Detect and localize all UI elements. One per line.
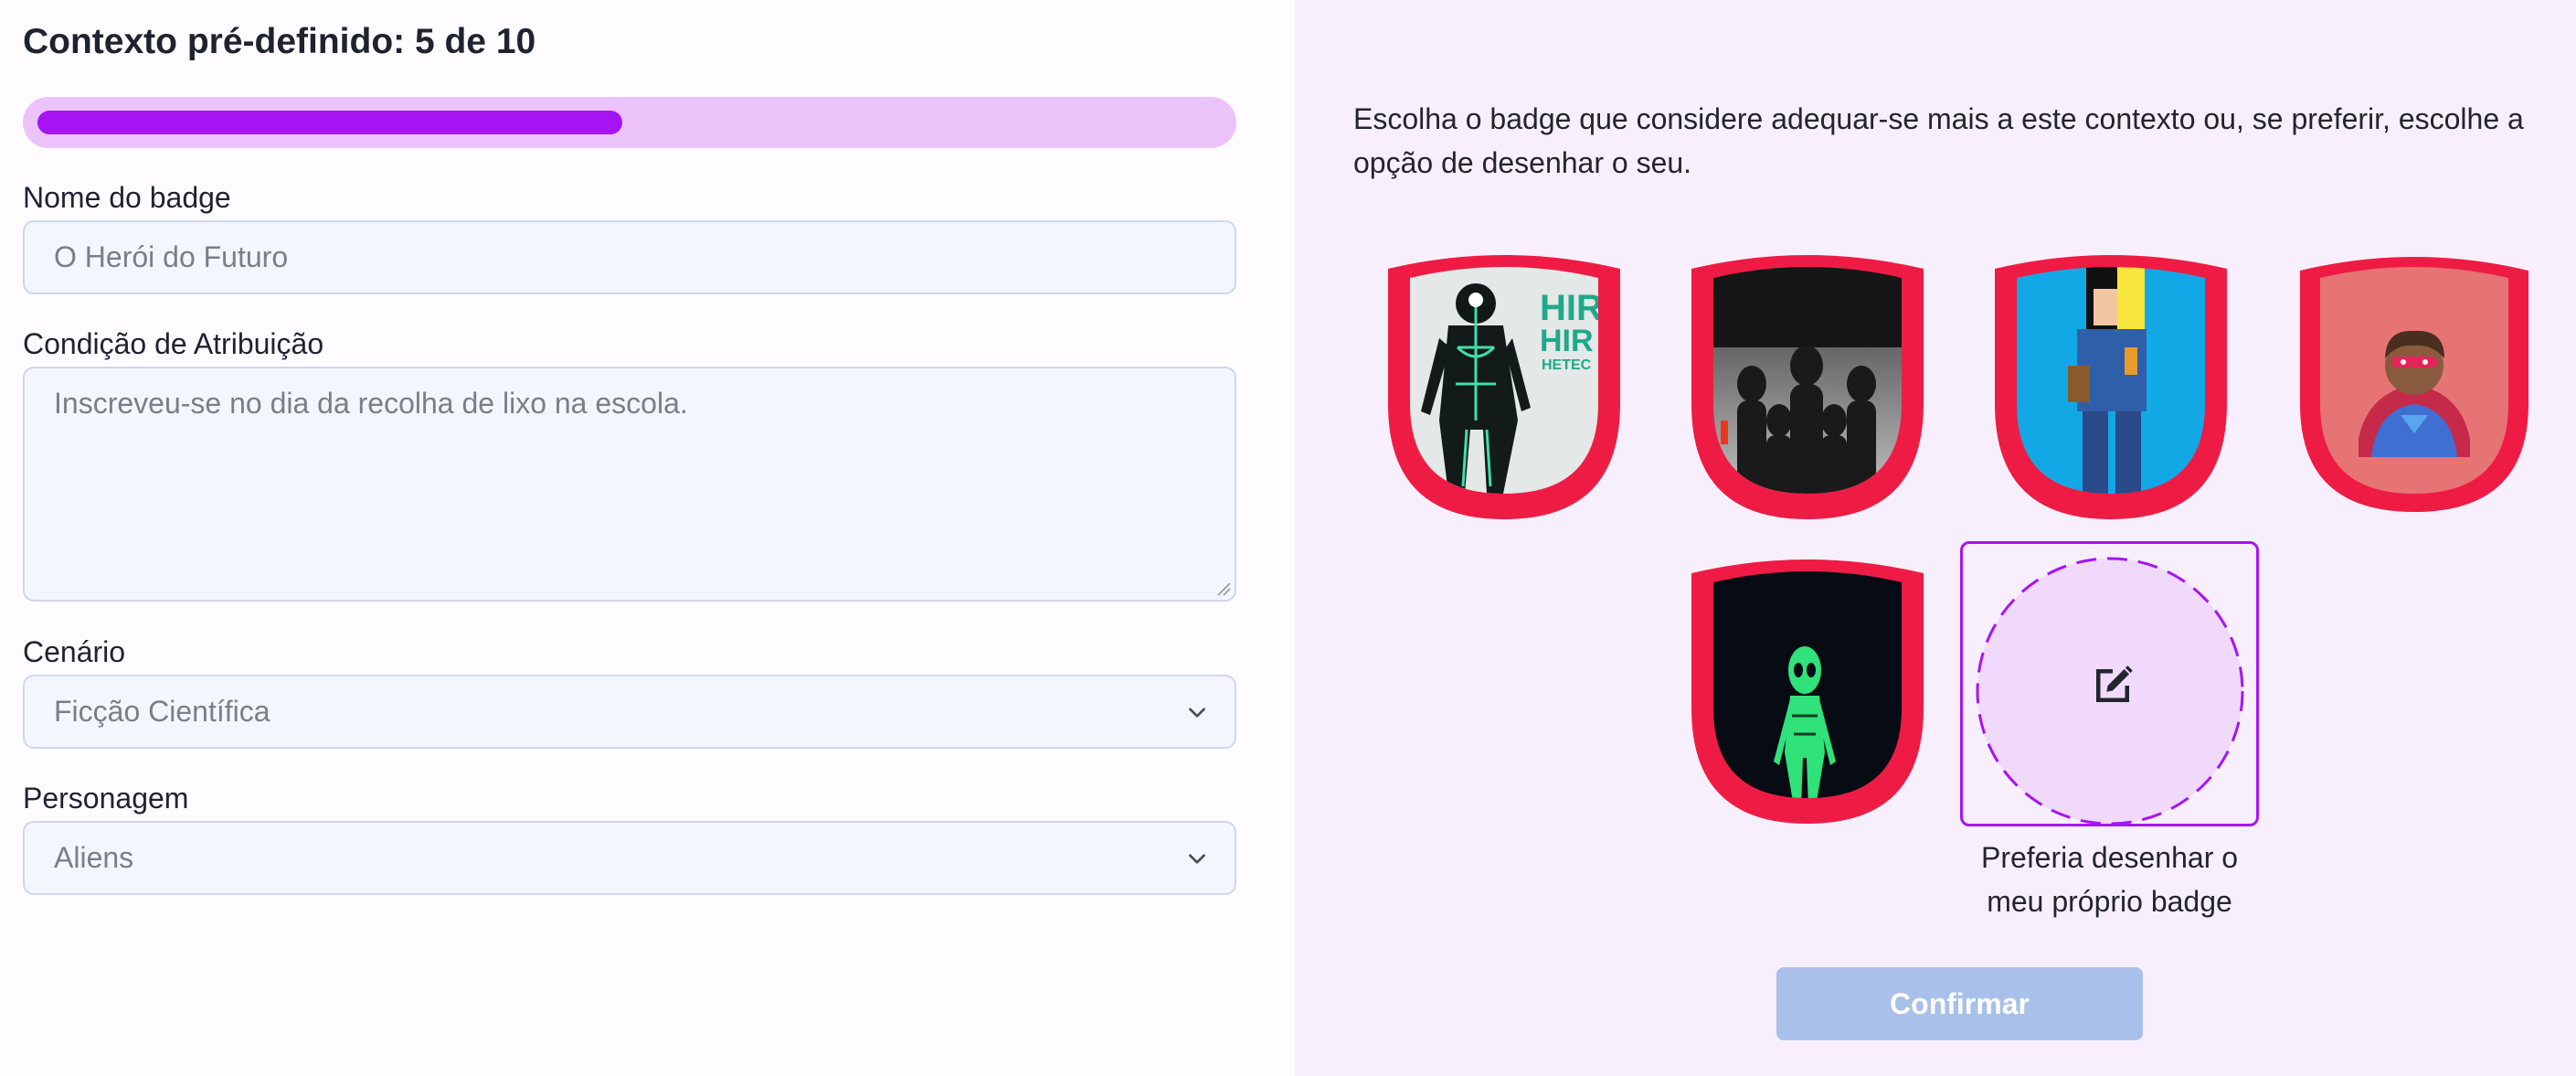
scenario-selected-value: Ficção Científica [54, 695, 270, 728]
form-panel: Contexto pré-definido: 5 de 10 Nome do b… [0, 0, 1295, 1076]
scenario-label: Cenário [23, 635, 126, 668]
condition-label: Condição de Atribuição [23, 327, 324, 360]
scenario-select[interactable]: Ficção Científica [23, 675, 1236, 749]
progress-bar-fill [37, 111, 622, 134]
green-alien-icon [1691, 559, 1924, 824]
badge-option-hero[interactable] [2295, 247, 2534, 521]
character-selected-value: Aliens [54, 841, 134, 874]
progress-bar [23, 97, 1236, 148]
pencil-edit-icon [2096, 666, 2133, 702]
shadow-crowd-icon [1691, 255, 1924, 519]
draw-own-caption-line2: meu próprio badge [1987, 885, 2232, 918]
badge-name-label: Nome do badge [23, 181, 231, 214]
badge-option-alien[interactable] [1688, 551, 1927, 826]
character-label: Personagem [23, 782, 189, 815]
badge-name-value: O Herói do Futuro [54, 240, 289, 273]
svg-text:HIR: HIR [1540, 288, 1603, 328]
draw-own-badge-option[interactable] [1960, 541, 2259, 826]
chevron-down-icon [1189, 853, 1205, 864]
badge-option-robot[interactable]: HIR HIR HETEC [1384, 247, 1624, 521]
condition-value: Inscreveu-se no dia da recolha de lixo n… [54, 387, 688, 420]
badge-option-shadows[interactable] [1688, 247, 1927, 521]
pixel-character-icon [1995, 255, 2227, 519]
caped-hero-emoji-icon [2300, 257, 2528, 512]
svg-text:HIR: HIR [1540, 324, 1594, 358]
character-select[interactable]: Aliens [23, 821, 1236, 895]
chevron-down-icon [1189, 707, 1205, 718]
confirm-button[interactable]: Confirmar [1776, 967, 2143, 1040]
svg-text:HETEC: HETEC [1542, 357, 1592, 373]
draw-own-caption: Preferia desenhar o meu próprio badge [1960, 836, 2259, 923]
badge-name-input[interactable]: O Herói do Futuro [23, 220, 1236, 294]
green-circuit-robot-icon: HIR HIR HETEC [1388, 255, 1620, 519]
page-title: Contexto pré-definido: 5 de 10 [23, 22, 536, 61]
chooser-instructions: Escolha o badge que considere adequar-se… [1353, 102, 2524, 179]
condition-textarea[interactable]: Inscreveu-se no dia da recolha de lixo n… [23, 367, 1236, 602]
resize-handle-icon[interactable] [1216, 581, 1231, 596]
draw-own-caption-line1: Preferia desenhar o [1980, 841, 2239, 874]
badge-option-pixel[interactable] [1991, 247, 2231, 521]
